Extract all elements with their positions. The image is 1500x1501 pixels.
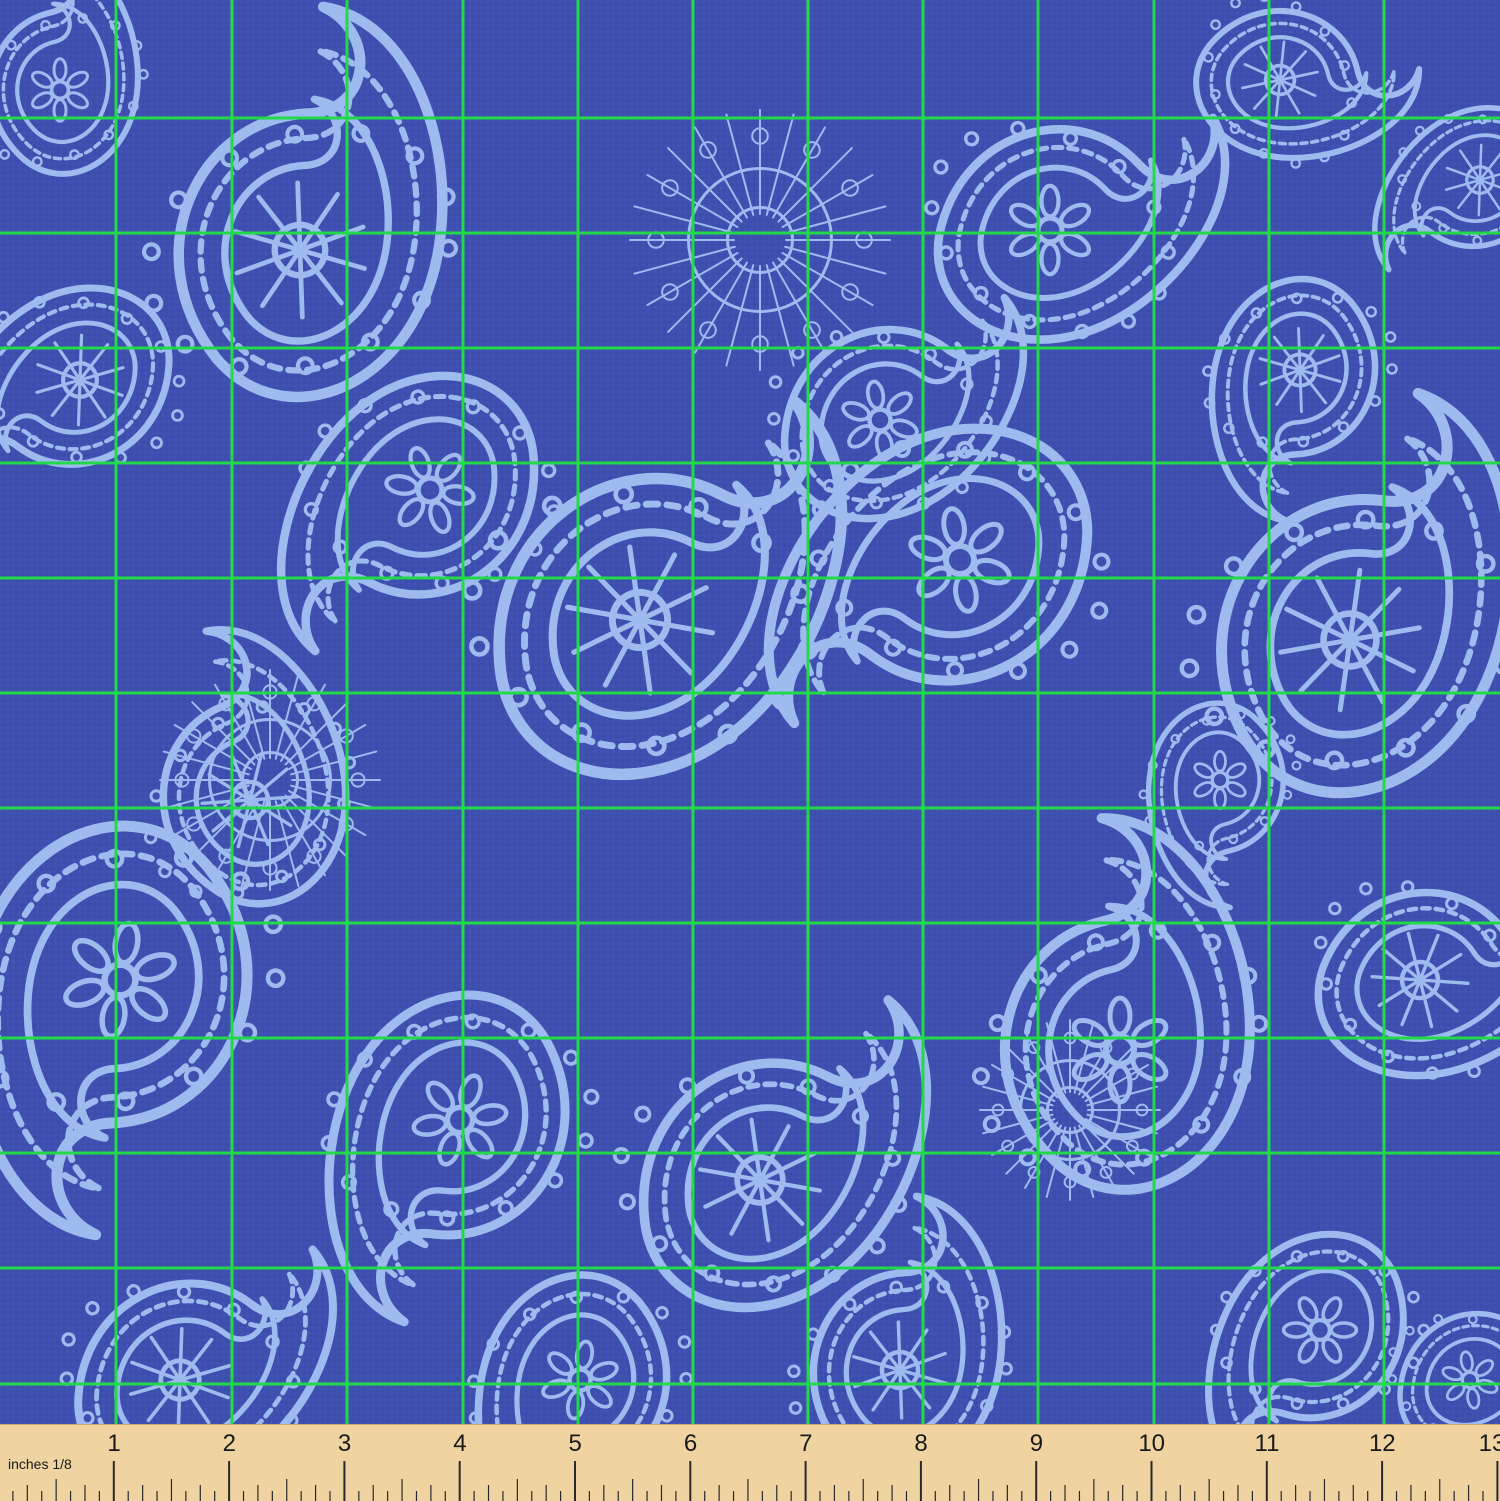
ruler-number: 8 [914, 1430, 928, 1457]
ruler-number: 5 [568, 1430, 582, 1457]
ruler-number: 7 [799, 1430, 813, 1457]
ruler-number: 1 [107, 1430, 121, 1457]
ruler-unit-label: inches 1/8 [8, 1456, 72, 1472]
paisley-fabric-swatch [0, 0, 1500, 1424]
ruler-number: 2 [222, 1430, 236, 1457]
ruler-number: 11 [1254, 1430, 1280, 1457]
ruler-number: 3 [337, 1430, 352, 1457]
ruler-number: 4 [453, 1430, 467, 1457]
ruler-number: 10 [1138, 1430, 1166, 1457]
ruler-number: 6 [683, 1430, 698, 1457]
ruler-number: 12 [1368, 1430, 1396, 1457]
paisley-pattern [0, 0, 1500, 1424]
ruler-number: 13 [1478, 1430, 1500, 1457]
ruler-number: 9 [1029, 1430, 1044, 1457]
